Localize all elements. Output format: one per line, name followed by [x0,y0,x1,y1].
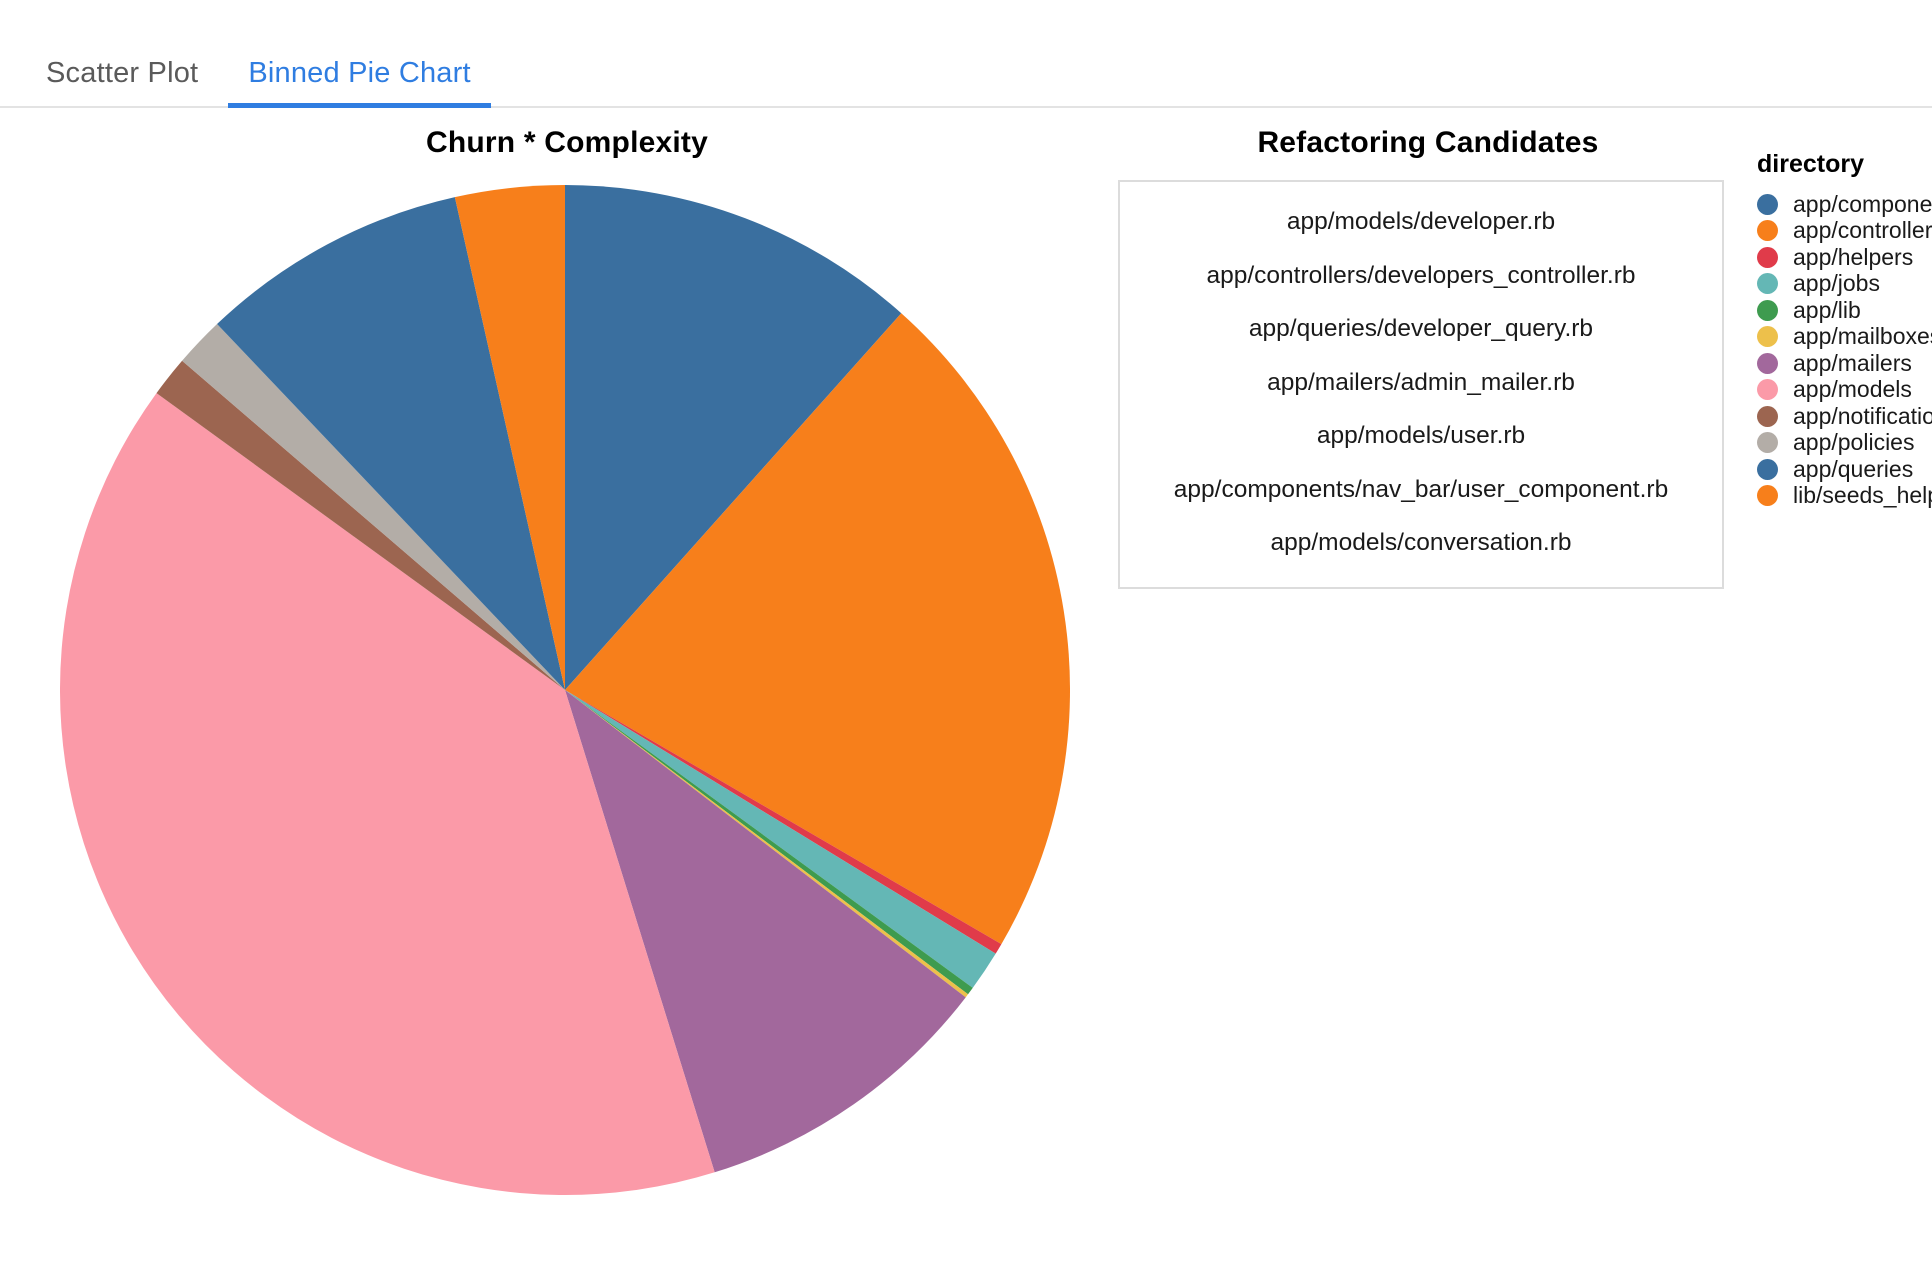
legend-item-app-helpers[interactable]: app/helpers [1757,244,1932,271]
legend-swatch-icon [1757,326,1778,348]
legend-item-label: app/mailboxes [1793,323,1932,350]
refactoring-candidates-box: app/models/developer.rb app/controllers/d… [1118,180,1724,589]
candidate-row[interactable]: app/models/conversation.rb [1120,517,1722,571]
legend-item-label: app/helpers [1793,243,1914,270]
candidate-row[interactable]: app/queries/developer_query.rb [1120,303,1722,357]
refactoring-candidates-panel: Refactoring Candidates app/models/develo… [1118,108,1738,589]
legend-item-app-lib[interactable]: app/lib [1757,297,1932,324]
legend-item-lib-seeds-helper[interactable]: lib/seeds_helper [1757,483,1932,510]
legend-swatch-icon [1757,458,1778,480]
legend-item-label: app/components [1793,190,1932,217]
legend-item-label: app/queries [1793,455,1914,482]
pie-chart-svg[interactable] [60,185,1070,1195]
tab-binned-pie-chart[interactable]: Binned Pie Chart [228,59,492,108]
legend-item-label: app/jobs [1793,270,1880,297]
legend-item-list: app/componentsapp/controllersapp/helpers… [1757,191,1932,509]
legend-item-app-models[interactable]: app/models [1757,377,1932,404]
candidate-row[interactable]: app/models/developer.rb [1120,196,1722,250]
legend-item-label: app/mailers [1793,349,1912,376]
pie-chart-panel: Churn * Complexity [0,108,1120,1286]
legend-item-app-mailboxes[interactable]: app/mailboxes [1757,324,1932,351]
legend-swatch-icon [1757,379,1778,401]
legend-item-label: app/models [1793,376,1912,403]
candidate-row[interactable]: app/controllers/developers_controller.rb [1120,250,1722,304]
legend-item-app-queries[interactable]: app/queries [1757,456,1932,483]
tab-bar: Scatter Plot Binned Pie Chart [0,0,1932,108]
legend-swatch-icon [1757,432,1778,454]
directory-legend: directory app/componentsapp/controllersa… [1757,108,1932,509]
legend-item-app-controllers[interactable]: app/controllers [1757,218,1932,245]
legend-item-app-policies[interactable]: app/policies [1757,430,1932,457]
legend-item-label: app/notifications [1793,402,1932,429]
legend-swatch-icon [1757,299,1778,321]
legend-item-label: app/controllers [1793,217,1932,244]
legend-item-app-notifications[interactable]: app/notifications [1757,403,1932,430]
candidate-row[interactable]: app/models/user.rb [1120,410,1722,464]
legend-swatch-icon [1757,193,1778,215]
tab-scatter-plot[interactable]: Scatter Plot [26,59,218,106]
legend-title: directory [1757,150,1864,178]
legend-swatch-icon [1757,352,1778,374]
refactoring-candidates-title: Refactoring Candidates [1257,126,1599,159]
legend-item-app-components[interactable]: app/components [1757,191,1932,218]
legend-swatch-icon [1757,273,1778,295]
candidate-row[interactable]: app/components/nav_bar/user_component.rb [1120,464,1722,518]
legend-swatch-icon [1757,405,1778,427]
chart-content-area: Churn * Complexity Refactoring Candidate… [0,108,1932,1286]
candidate-row[interactable]: app/mailers/admin_mailer.rb [1120,357,1722,411]
legend-item-label: app/lib [1793,296,1861,323]
legend-swatch-icon [1757,485,1778,507]
legend-swatch-icon [1757,246,1778,268]
legend-item-label: lib/seeds_helper [1793,482,1932,509]
legend-swatch-icon [1757,220,1778,242]
legend-item-label: app/policies [1793,429,1915,456]
legend-item-app-mailers[interactable]: app/mailers [1757,350,1932,377]
legend-item-app-jobs[interactable]: app/jobs [1757,271,1932,298]
pie-chart-title: Churn * Complexity [426,126,708,159]
